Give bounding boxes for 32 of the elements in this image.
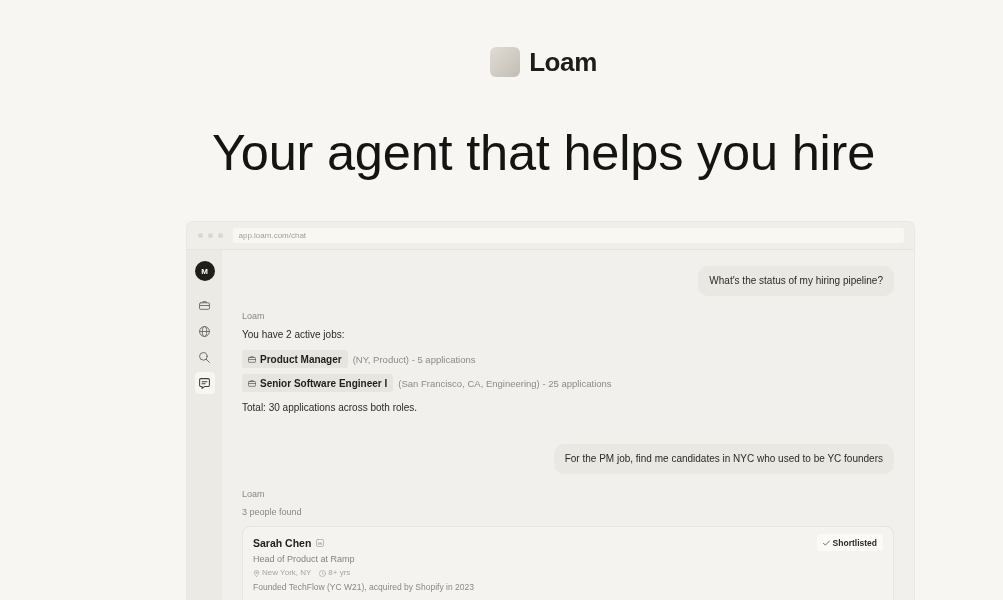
candidate-name: Sarah Chen <box>253 536 312 549</box>
brand-name: Loam <box>529 47 597 77</box>
clock-icon <box>319 569 327 577</box>
message-text: You have 2 active jobs: <box>242 329 345 341</box>
user-message: For the PM job, find me candidates in NYC who used to be YC founders <box>553 444 894 474</box>
chat-icon <box>199 377 210 389</box>
shortlist-toggle[interactable]: Shortlisted <box>816 534 883 551</box>
briefcase-icon <box>199 299 210 311</box>
candidate-location: New York, NY <box>262 568 312 578</box>
nav-button[interactable] <box>194 372 215 394</box>
globe-icon <box>199 325 210 337</box>
candidate-note: Founded TechFlow (YC W21), acquired by Shopify in 2023 <box>253 582 475 592</box>
job-link[interactable]: Product Manager <box>242 350 348 368</box>
candidate-experience: 8+ yrs <box>328 568 351 578</box>
sender-name: Loam <box>242 311 265 322</box>
job-details: (NY, Product) - 5 applications <box>352 353 476 365</box>
briefcase-icon <box>248 355 256 363</box>
job-details: (San Francisco, CA, Engineering) - 25 applications <box>398 377 612 389</box>
check-icon <box>822 539 830 546</box>
job-link[interactable]: Senior Software Engineer I <box>242 374 394 392</box>
avatar[interactable]: M <box>194 261 215 281</box>
user-message: What's the status of my hiring pipeline? <box>698 266 894 296</box>
rounded-square-icon <box>316 538 325 547</box>
candidate-title: Head of Product at Ramp <box>253 554 356 565</box>
search-icon <box>199 351 210 363</box>
headline: Your agent that helps you hire <box>210 125 877 180</box>
result-count: 3 people found <box>242 507 302 518</box>
location-pin-icon <box>253 569 260 577</box>
briefcase-icon <box>248 379 256 387</box>
sender-name: Loam <box>242 489 265 500</box>
logo-icon <box>490 47 521 77</box>
message-text: Total: 30 applications across both roles. <box>242 402 418 414</box>
